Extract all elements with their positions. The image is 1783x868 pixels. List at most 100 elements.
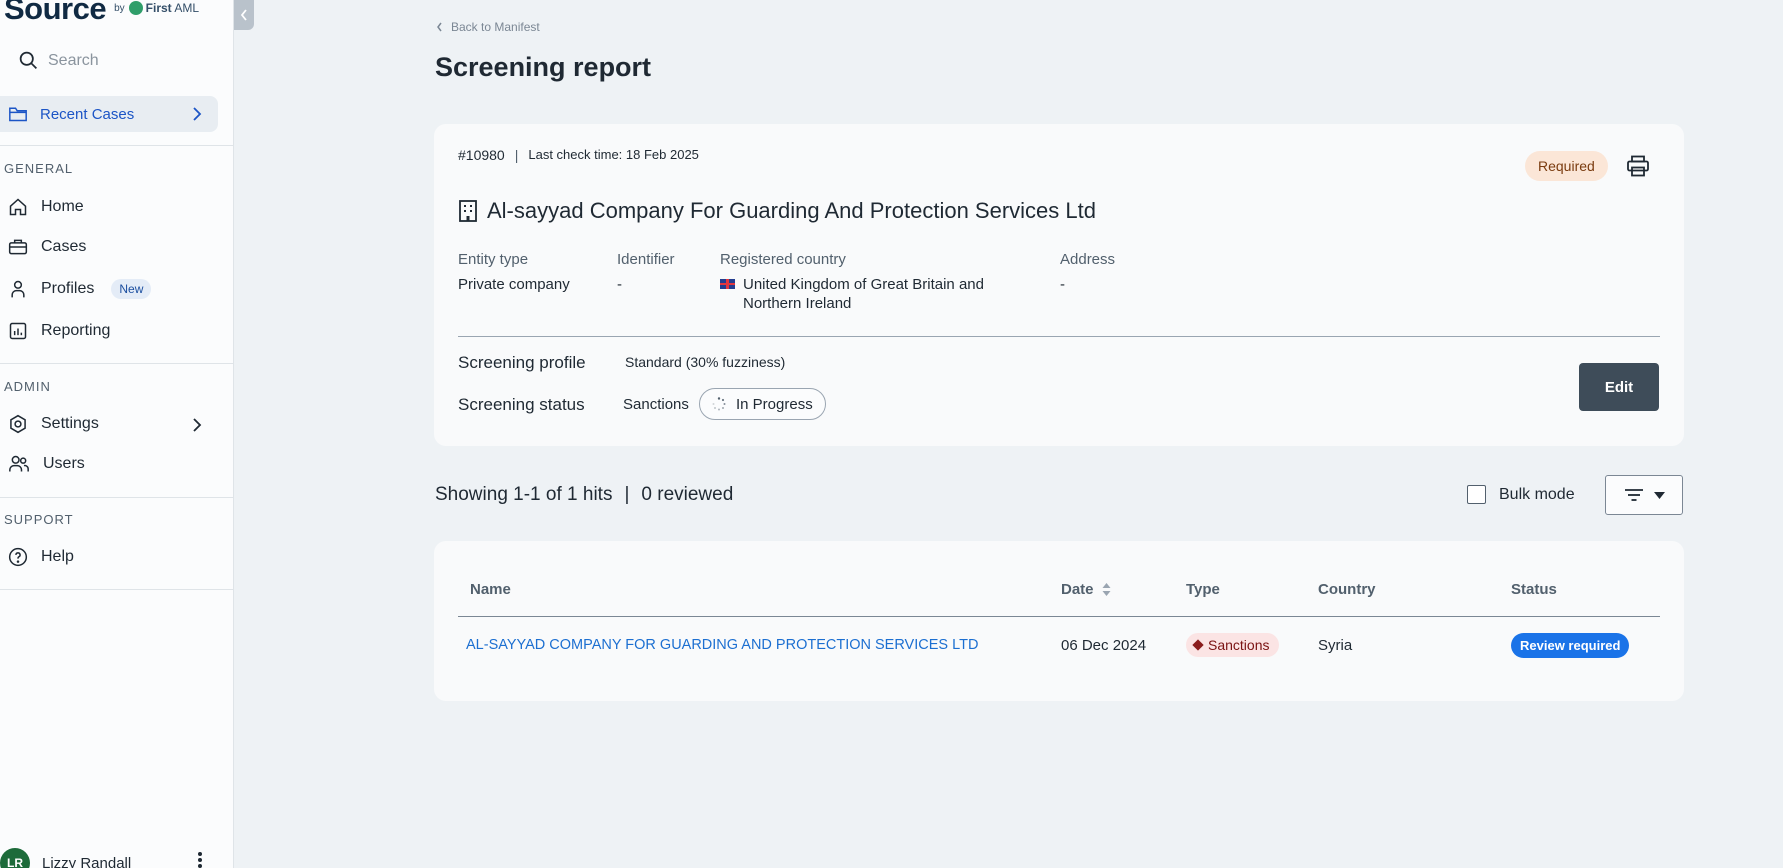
avatar: LR <box>0 848 30 868</box>
page-title: Screening report <box>435 52 652 82</box>
field-identifier: Identifier - <box>617 251 675 294</box>
bulk-mode-checkbox[interactable] <box>1467 485 1486 504</box>
column-header-date[interactable]: Date <box>1061 581 1111 598</box>
hit-date: 06 Dec 2024 <box>1061 637 1147 654</box>
sidebar-divider <box>0 497 234 498</box>
filter-button[interactable] <box>1605 475 1683 515</box>
collapse-sidebar-button[interactable] <box>234 0 254 30</box>
recent-cases-button[interactable]: Recent Cases <box>0 96 218 132</box>
section-label-admin: ADMIN <box>4 379 51 394</box>
sidebar-item-help[interactable]: Help <box>0 542 234 572</box>
new-badge: New <box>111 279 152 299</box>
users-icon <box>9 455 29 472</box>
hits-summary: Showing 1-1 of 1 hits | 0 reviewed <box>435 484 733 506</box>
sidebar-item-label: Reporting <box>41 322 111 339</box>
briefcase-icon <box>8 239 28 255</box>
brand-word: Source <box>4 0 107 26</box>
bulk-mode-toggle[interactable]: Bulk mode <box>1467 485 1575 504</box>
sidebar: Source by First AML Recent Cases GENERAL… <box>0 0 234 868</box>
sidebar-item-label: Cases <box>41 238 87 255</box>
field-value: United Kingdom of Great Britain and Nort… <box>720 275 984 313</box>
column-header-label: Date <box>1061 581 1094 598</box>
field-value: - <box>617 276 622 293</box>
required-badge: Required <box>1525 151 1608 181</box>
entity-name-text: Al-sayyad Company For Guarding And Prote… <box>487 198 1096 223</box>
back-to-manifest-link[interactable]: Back to Manifest <box>436 20 540 34</box>
folder-icon <box>9 107 27 122</box>
field-registered-country: Registered country United Kingdom of Gre… <box>720 251 984 313</box>
sidebar-divider <box>0 589 234 590</box>
sidebar-divider <box>0 363 234 364</box>
more-options-icon[interactable] <box>198 852 202 868</box>
user-profile[interactable]: LR Lizzy Randall <box>0 848 131 868</box>
first-aml-logo-icon <box>128 1 143 15</box>
card-divider <box>458 336 1660 337</box>
table-header-divider <box>458 616 1660 617</box>
column-header-name[interactable]: Name <box>470 581 511 598</box>
section-label-general: GENERAL <box>4 161 74 176</box>
in-progress-label: In Progress <box>736 395 813 413</box>
chevron-left-icon <box>437 22 442 32</box>
edit-button[interactable]: Edit <box>1579 363 1659 411</box>
filter-icon <box>1624 489 1643 501</box>
sidebar-item-home[interactable]: Home <box>0 192 234 222</box>
column-header-type: Type <box>1186 581 1220 598</box>
last-check-time: Last check time: 18 Feb 2025 <box>528 147 699 162</box>
sidebar-item-label: Profiles <box>41 280 95 297</box>
help-icon <box>8 547 28 567</box>
hit-type-chip: Sanctions <box>1186 633 1280 657</box>
sidebar-item-settings[interactable]: Settings <box>0 409 234 439</box>
screening-profile-value: Standard (30% fuzziness) <box>625 354 786 370</box>
field-label: Identifier <box>617 251 675 268</box>
search-box <box>18 50 208 71</box>
building-icon <box>459 200 477 222</box>
in-progress-chip: In Progress <box>699 388 826 420</box>
field-address: Address - <box>1060 251 1115 294</box>
brand-partner-second: AML <box>174 1 200 15</box>
brand-partner: First AML <box>146 1 199 15</box>
column-header-status: Status <box>1511 581 1557 598</box>
sidebar-item-reporting[interactable]: Reporting <box>0 316 234 346</box>
screening-profile-label: Screening profile <box>458 353 586 372</box>
sidebar-item-users[interactable]: Users <box>0 449 234 479</box>
home-icon <box>9 198 27 216</box>
country-line-2: Northern Ireland <box>743 295 852 312</box>
user-name: Lizzy Randall <box>42 854 132 868</box>
sidebar-item-cases[interactable]: Cases <box>0 232 234 262</box>
brand-logo[interactable]: Source by First AML <box>4 0 199 26</box>
uk-flag-icon <box>720 279 735 289</box>
hits-separator: | <box>624 484 630 505</box>
case-summary-card: #10980 | Last check time: 18 Feb 2025 Re… <box>434 124 1684 446</box>
print-icon[interactable] <box>1626 155 1650 177</box>
hits-count: Showing 1-1 of 1 hits <box>435 484 613 505</box>
recent-cases-label: Recent Cases <box>40 105 135 123</box>
entity-name: Al-sayyad Company For Guarding And Prote… <box>458 198 1096 224</box>
hit-name-link[interactable]: AL-SAYYAD COMPANY FOR GUARDING AND PROTE… <box>466 637 978 653</box>
field-label: Registered country <box>720 251 846 268</box>
search-input[interactable] <box>48 51 208 70</box>
status-badge[interactable]: Review required <box>1511 633 1630 658</box>
sidebar-item-label: Users <box>43 455 85 472</box>
country-line-1: United Kingdom of Great Britain and <box>743 276 984 293</box>
field-entity-type: Entity type Private company <box>458 251 570 294</box>
sidebar-item-label: Settings <box>41 415 99 432</box>
sidebar-item-label: Help <box>41 548 74 565</box>
hit-country: Syria <box>1318 637 1353 654</box>
hits-table: Name Date Type Country Status AL-SAYYAD … <box>434 541 1684 701</box>
column-header-country: Country <box>1318 581 1376 598</box>
field-value: Private company <box>458 276 570 293</box>
spinner-icon <box>712 397 726 411</box>
case-meta: #10980 | Last check time: 18 Feb 2025 <box>458 147 699 163</box>
reviewed-count: 0 reviewed <box>641 484 734 505</box>
hit-type-label: Sanctions <box>1208 637 1270 653</box>
sidebar-item-label: Home <box>41 198 84 215</box>
back-link-label: Back to Manifest <box>451 20 540 34</box>
field-label: Address <box>1060 251 1116 268</box>
sidebar-divider <box>0 145 234 146</box>
meta-separator: | <box>514 147 519 163</box>
gear-icon <box>10 414 26 434</box>
sidebar-item-profiles[interactable]: Profiles New <box>0 274 234 304</box>
field-value: - <box>1060 276 1065 293</box>
sanctions-diamond-icon <box>1192 639 1204 651</box>
screening-status-label: Screening status <box>458 395 585 414</box>
